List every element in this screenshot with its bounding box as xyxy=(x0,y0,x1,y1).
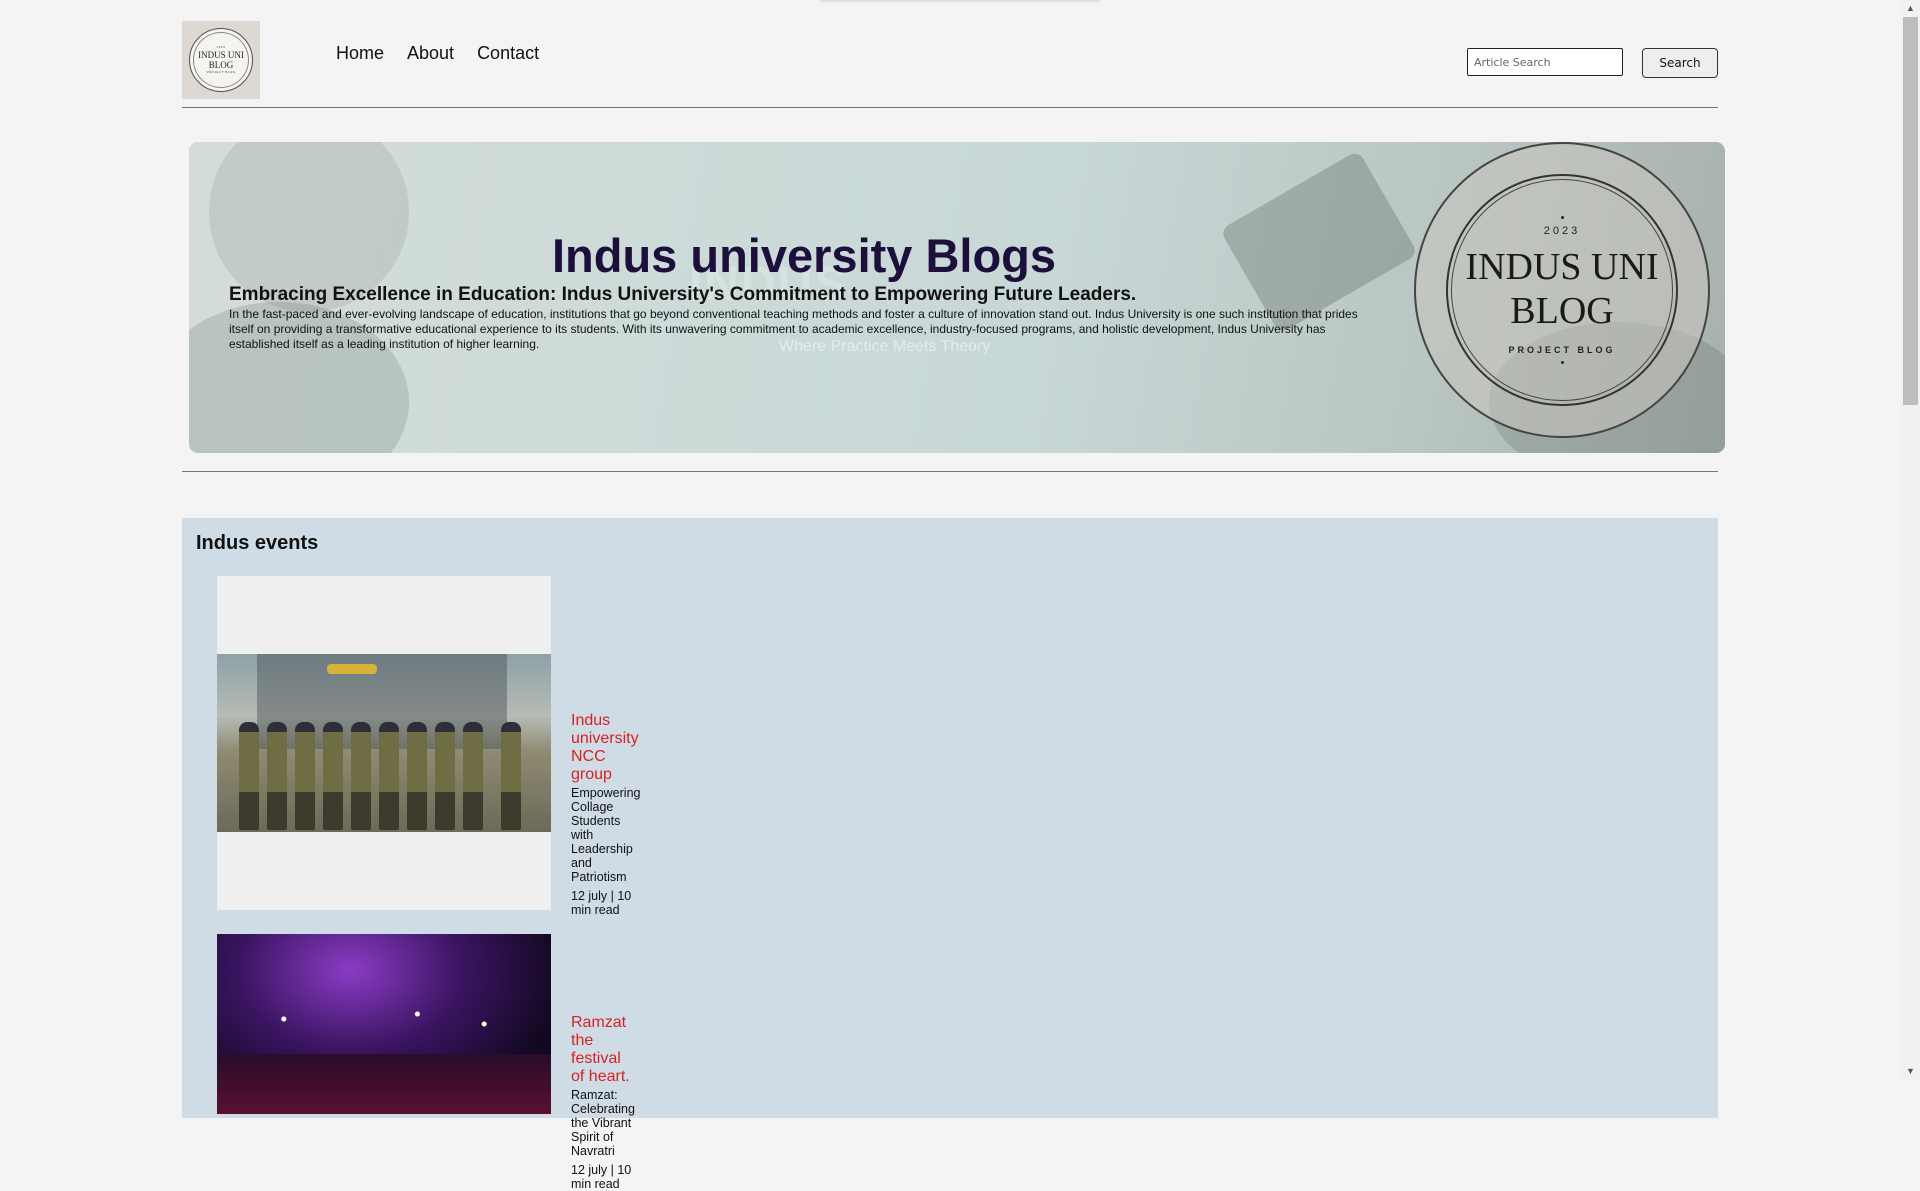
photo-cadet xyxy=(463,722,483,830)
badge-tagline: PROJECT BLOG xyxy=(1508,345,1616,355)
event-text: Indus university NCC group Empowering Co… xyxy=(571,712,640,917)
hero-title: Indus university Blogs xyxy=(552,229,1057,282)
logo-name-line2: BLOG xyxy=(208,60,234,70)
stage-lights xyxy=(217,994,551,1044)
scroll-down-arrow-icon[interactable]: ▼ xyxy=(1901,1063,1920,1080)
photo-cadet xyxy=(323,722,343,830)
badge-ring: 2023 INDUS UNI BLOG PROJECT BLOG xyxy=(1446,174,1678,406)
photo-cadet xyxy=(501,722,521,830)
hero-banner: INDUS Where Practice Meets Theory Indus … xyxy=(189,142,1725,453)
badge-dot xyxy=(1560,216,1564,219)
photo-aircraft xyxy=(327,664,377,674)
nav-contact-link[interactable]: Contact xyxy=(477,43,539,64)
event-meta: 12 july | 10 min read xyxy=(571,889,632,917)
vertical-scrollbar[interactable]: ▲ ▼ xyxy=(1901,0,1920,1080)
scroll-up-arrow-icon[interactable]: ▲ xyxy=(1901,0,1920,17)
logo-tagline: PROJECT BLOG xyxy=(206,70,236,74)
badge-name-line1: INDUS UNI xyxy=(1465,246,1659,288)
event-thumbnail[interactable] xyxy=(217,576,551,910)
event-description: Ramzat: Celebrating the Vibrant Spirit o… xyxy=(571,1088,635,1158)
nav-home-link[interactable]: Home xyxy=(336,43,384,64)
search-button[interactable]: Search xyxy=(1642,48,1718,78)
festival-crowd xyxy=(217,1054,551,1114)
event-meta: 12 july | 10 min read xyxy=(571,1163,632,1191)
badge-inner-ring: 2023 INDUS UNI BLOG PROJECT BLOG xyxy=(1451,179,1673,401)
article-search-input[interactable] xyxy=(1467,48,1623,76)
photo-cadet xyxy=(267,722,287,830)
photo-cadet xyxy=(239,722,259,830)
badge-name-line2: BLOG xyxy=(1510,290,1614,332)
photo-cadet xyxy=(435,722,455,830)
events-section: Indus events Indus university NCC group … xyxy=(182,518,1718,1191)
badge-year: 2023 xyxy=(1543,225,1581,237)
photo-cadet xyxy=(407,722,427,830)
site-header: 2023 INDUS UNI BLOG PROJECT BLOG Home Ab… xyxy=(182,0,1718,108)
event-text: Ramzat the festival of heart. Ramzat: Ce… xyxy=(571,1014,635,1191)
section-divider xyxy=(182,471,1718,472)
photo-cadet xyxy=(351,722,371,830)
main-nav: Home About Contact xyxy=(336,43,539,64)
hero-body-text: In the fast-paced and ever-evolving land… xyxy=(229,307,1358,351)
logo-emblem: 2023 INDUS UNI BLOG PROJECT BLOG xyxy=(189,28,253,92)
photo-cadet xyxy=(295,722,315,830)
badge-dot xyxy=(1560,361,1564,364)
scroll-thumb[interactable] xyxy=(1903,17,1918,405)
hero-blog-badge: 2023 INDUS UNI BLOG PROJECT BLOG xyxy=(1414,142,1710,438)
events-heading: Indus events xyxy=(196,532,319,554)
ncc-group-photo xyxy=(217,654,551,832)
site-logo[interactable]: 2023 INDUS UNI BLOG PROJECT BLOG xyxy=(182,21,260,99)
event-title-link[interactable]: Ramzat the festival of heart. xyxy=(571,1014,635,1086)
photo-cadet xyxy=(379,722,399,830)
event-description: Empowering Collage Students with Leaders… xyxy=(571,786,641,884)
nav-about-link[interactable]: About xyxy=(407,43,454,64)
event-thumbnail[interactable] xyxy=(217,934,551,1114)
page: 2023 INDUS UNI BLOG PROJECT BLOG Home Ab… xyxy=(182,0,1725,1191)
hero-subtitle: Embracing Excellence in Education: Indus… xyxy=(229,284,1137,305)
logo-name-line1: INDUS UNI xyxy=(198,50,244,60)
event-title-link[interactable]: Indus university NCC group xyxy=(571,712,640,784)
